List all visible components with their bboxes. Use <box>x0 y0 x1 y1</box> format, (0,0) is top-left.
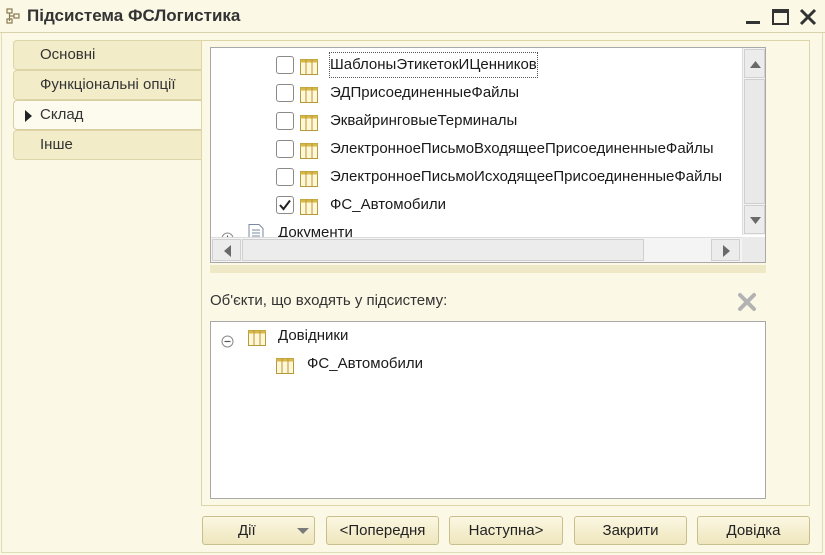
row-checkbox[interactable] <box>276 168 294 186</box>
tab-functional-options[interactable]: Функціональні опції <box>13 70 201 100</box>
title-bar: Підсистема ФСЛогистика <box>0 0 825 33</box>
checkmark-icon <box>279 199 291 211</box>
tree-row[interactable]: ЭлектронноеПисьмоИсходящееПрисоединенные… <box>211 163 742 191</box>
row-label: ЭДПрисоединенныеФайлы <box>330 84 520 101</box>
tree-row[interactable]: ЭлектронноеПисьмоВходящееПрисоединенныеФ… <box>211 135 742 163</box>
horizontal-scrollbar[interactable] <box>211 237 742 262</box>
help-button[interactable]: Довідка <box>697 516 810 545</box>
row-label: ЭлектронноеПисьмоВходящееПрисоединенныеФ… <box>330 140 714 157</box>
included-objects-tree[interactable]: Довідники ФС_Автомобили <box>210 321 766 499</box>
maximize-button[interactable] <box>770 6 792 28</box>
next-button[interactable]: Наступна> <box>449 516 563 545</box>
row-label: Довідники <box>278 327 349 344</box>
catalog-icon <box>300 141 318 159</box>
row-label: ЭлектронноеПисьмоИсходящееПрисоединенные… <box>330 168 723 185</box>
tab-label: Склад <box>40 106 84 123</box>
scroll-left-button[interactable] <box>212 239 241 261</box>
catalog-icon <box>300 113 318 131</box>
close-button[interactable]: Закрити <box>574 516 687 545</box>
row-checkbox[interactable] <box>276 56 294 74</box>
tab-list: Основні Функціональні опції Склад Інше <box>13 40 201 160</box>
objects-label: Об'єкти, що входять у підсистему: <box>210 292 448 309</box>
tab-composition[interactable]: Склад <box>13 100 201 130</box>
row-label: ЭквайринговыеТерминалы <box>330 112 518 129</box>
row-checkbox-checked[interactable] <box>276 196 294 214</box>
chevron-down-icon <box>297 528 309 534</box>
tree-row[interactable]: ШаблоныЭтикетокИЦенников <box>211 51 742 79</box>
row-checkbox[interactable] <box>276 84 294 102</box>
catalog-icon <box>300 57 318 75</box>
row-checkbox[interactable] <box>276 140 294 158</box>
catalog-icon <box>300 85 318 103</box>
scroll-right-button[interactable] <box>711 239 740 261</box>
tab-label: Функціональні опції <box>40 76 176 93</box>
row-label: ФС_Автомобили <box>307 355 424 372</box>
scroll-corner <box>742 237 765 262</box>
tree-row[interactable]: ФС_Автомобили <box>211 191 742 219</box>
previous-button[interactable]: <Попередня <box>326 516 439 545</box>
scroll-thumb[interactable] <box>242 239 644 261</box>
scroll-up-button[interactable] <box>744 49 765 78</box>
tree-row[interactable]: ФС_Автомобили <box>211 350 765 378</box>
current-tab-arrow-icon <box>25 110 32 122</box>
actions-button[interactable]: Дії <box>202 516 315 545</box>
actions-label: Дії <box>238 522 256 539</box>
close-window-button[interactable] <box>797 6 819 28</box>
catalog-icon <box>300 169 318 187</box>
row-checkbox[interactable] <box>276 112 294 130</box>
scroll-thumb[interactable] <box>744 79 765 204</box>
metadata-tree[interactable]: ШаблоныЭтикетокИЦенников ЭДПрисоединенны… <box>210 47 766 263</box>
tab-main[interactable]: Основні <box>13 40 201 70</box>
splitter[interactable] <box>210 265 766 273</box>
row-label: ШаблоныЭтикетокИЦенников <box>328 51 539 79</box>
vertical-scrollbar[interactable] <box>742 48 765 235</box>
tree-row[interactable]: ЭквайринговыеТерминалы <box>211 107 742 135</box>
scroll-down-button[interactable] <box>744 205 765 234</box>
collapse-minus-icon[interactable] <box>221 330 234 348</box>
tab-other[interactable]: Інше <box>13 130 201 160</box>
catalog-icon <box>248 328 266 346</box>
clear-icon[interactable] <box>737 292 757 312</box>
window-title: Підсистема ФСЛогистика <box>27 6 241 25</box>
tree-row[interactable]: ЭДПрисоединенныеФайлы <box>211 79 742 107</box>
catalog-icon <box>300 197 318 215</box>
tab-label: Основні <box>40 46 96 63</box>
catalog-icon <box>276 356 294 374</box>
tree-group-row[interactable]: Довідники <box>211 322 765 350</box>
subsystem-icon <box>5 8 22 25</box>
tab-label: Інше <box>40 136 73 153</box>
minimize-button[interactable] <box>743 6 765 28</box>
row-label: ФС_Автомобили <box>330 196 447 213</box>
